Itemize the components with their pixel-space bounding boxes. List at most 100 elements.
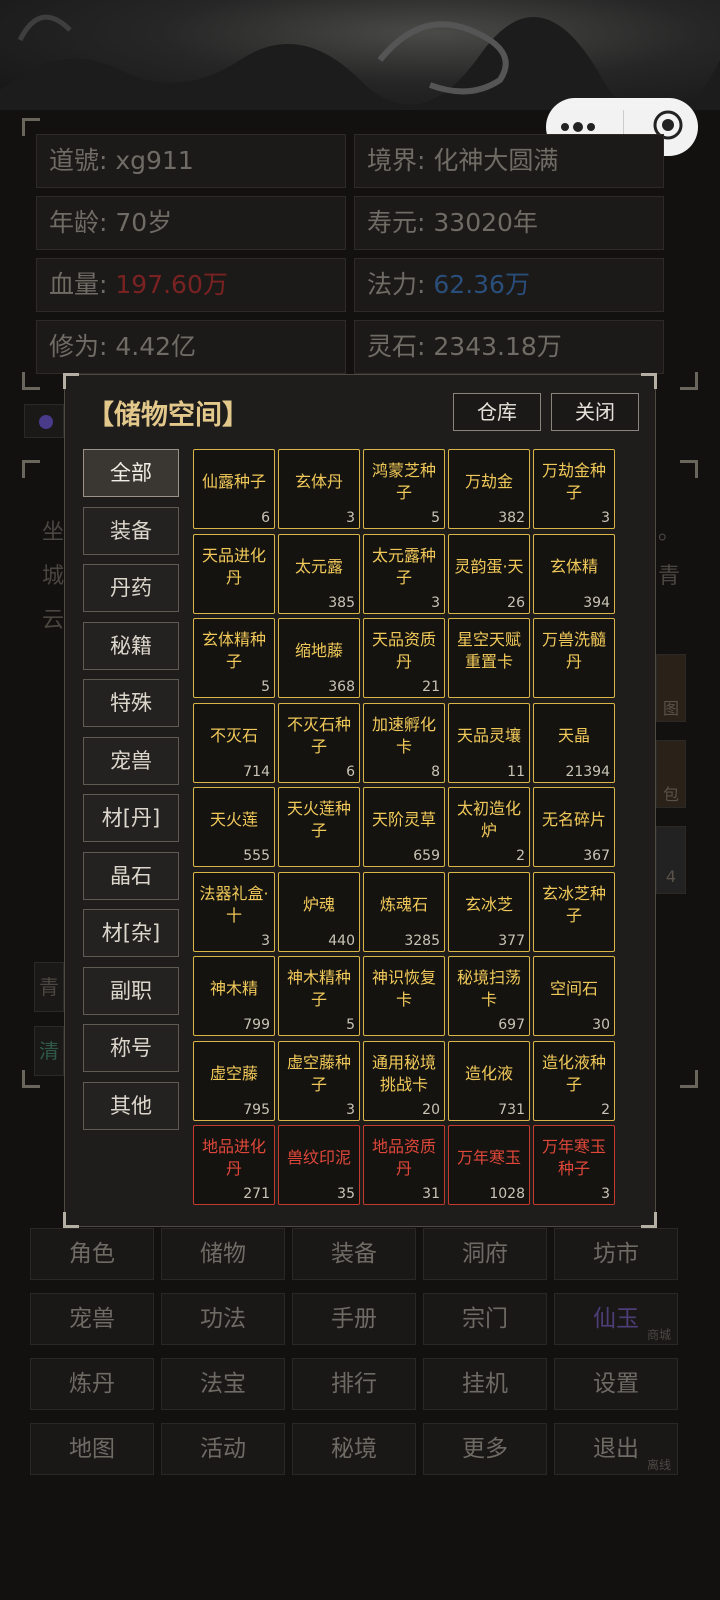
inventory-item[interactable]: 万劫金 382 <box>448 449 530 529</box>
inventory-item[interactable]: 造化液种子 2 <box>533 1040 615 1121</box>
inventory-item[interactable]: 天品进化丹 <box>193 533 275 614</box>
inventory-item[interactable]: 虚空藤种子 3 <box>278 1040 360 1121</box>
item-count: 31 <box>422 1186 440 1202</box>
inventory-item[interactable]: 兽纹印泥 35 <box>278 1125 360 1205</box>
menu-button[interactable]: 洞府 <box>423 1228 547 1280</box>
item-name: 虚空藤 <box>209 1063 258 1083</box>
menu-button[interactable]: 排行 <box>292 1358 416 1410</box>
inventory-item[interactable]: 星空天赋重置卡 <box>448 618 530 698</box>
menu-button[interactable]: 活动 <box>161 1423 285 1475</box>
inventory-item[interactable]: 万年寒玉 1028 <box>448 1125 530 1205</box>
category-tab[interactable]: 全部 <box>83 449 179 497</box>
inventory-item[interactable]: 天品资质丹 21 <box>363 618 445 698</box>
inventory-item[interactable]: 仙露种子 6 <box>193 449 275 529</box>
inventory-item[interactable]: 加速孵化卡 8 <box>363 702 445 783</box>
item-name: 神识恢复卡 <box>371 968 436 1009</box>
menu-button[interactable]: 手册 <box>292 1293 416 1345</box>
inventory-item[interactable]: 太元露种子 3 <box>363 533 445 614</box>
cultivation-cell: 修为: 4.42亿 <box>36 320 346 374</box>
inventory-item[interactable]: 炼魂石 3285 <box>363 871 445 952</box>
inventory-item[interactable]: 天品灵壤 11 <box>448 702 530 783</box>
category-tab[interactable]: 晶石 <box>83 851 179 900</box>
category-tab[interactable]: 副职 <box>83 966 179 1015</box>
menu-button[interactable]: 法宝 <box>161 1358 285 1410</box>
inventory-item[interactable]: 太元露 385 <box>278 533 360 614</box>
item-count: 731 <box>498 1101 525 1118</box>
menu-button[interactable]: 挂机 <box>423 1358 547 1410</box>
menu-button[interactable]: 装备 <box>292 1228 416 1280</box>
inventory-item[interactable]: 万年寒玉种子 3 <box>533 1125 615 1205</box>
menu-button[interactable]: 仙玉 商城 <box>554 1293 678 1345</box>
inventory-item[interactable]: 天晶 21394 <box>533 702 615 783</box>
menu-button[interactable]: 地图 <box>30 1423 154 1475</box>
inventory-item[interactable]: 天火莲 555 <box>193 787 275 867</box>
inventory-item[interactable]: 玄冰芝 377 <box>448 871 530 952</box>
menu-button[interactable]: 设置 <box>554 1358 678 1410</box>
category-tab[interactable]: 秘籍 <box>83 621 179 670</box>
inventory-item[interactable]: 空间石 30 <box>533 956 615 1036</box>
menu-label: 秘境 <box>331 1436 377 1462</box>
inventory-item[interactable]: 鸿蒙芝种子 5 <box>363 449 445 529</box>
menu-label: 挂机 <box>462 1371 508 1397</box>
inventory-item[interactable]: 玄冰芝种子 <box>533 871 615 952</box>
item-count: 3 <box>261 932 270 949</box>
menu-button[interactable]: 角色 <box>30 1228 154 1280</box>
inventory-item[interactable]: 无名碎片 367 <box>533 787 615 867</box>
item-count: 21 <box>422 679 440 695</box>
menu-button[interactable]: 炼丹 <box>30 1358 154 1410</box>
category-tab[interactable]: 丹药 <box>83 564 179 612</box>
category-tab[interactable]: 特殊 <box>83 679 179 727</box>
mp-cell: 法力: 62.36万 <box>354 258 664 312</box>
close-button[interactable]: 关闭 <box>551 393 639 431</box>
item-name: 炼魂石 <box>379 894 428 914</box>
item-count: 1028 <box>489 1186 525 1202</box>
inventory-item[interactable]: 法器礼盒·十 3 <box>193 871 275 952</box>
inventory-item[interactable]: 玄体精 394 <box>533 533 615 614</box>
inventory-item[interactable]: 地品资质丹 31 <box>363 1125 445 1205</box>
inventory-item[interactable]: 神木精种子 5 <box>278 956 360 1036</box>
inventory-item[interactable]: 虚空藤 795 <box>193 1040 275 1121</box>
category-tab[interactable]: 材[杂] <box>83 909 179 957</box>
inventory-item[interactable]: 造化液 731 <box>448 1040 530 1121</box>
inventory-item[interactable]: 天阶灵草 659 <box>363 787 445 867</box>
inventory-item[interactable]: 玄体丹 3 <box>278 449 360 529</box>
menu-button[interactable]: 更多 <box>423 1423 547 1475</box>
inventory-item[interactable]: 缩地藤 368 <box>278 618 360 698</box>
menu-button[interactable]: 坊市 <box>554 1228 678 1280</box>
menu-button[interactable]: 功法 <box>161 1293 285 1345</box>
inventory-item[interactable]: 万兽洗髓丹 <box>533 618 615 698</box>
inventory-item[interactable]: 玄体精种子 5 <box>193 618 275 698</box>
inventory-item[interactable]: 通用秘境挑战卡 20 <box>363 1040 445 1121</box>
panel-corner <box>680 1070 698 1088</box>
item-count: 795 <box>243 1101 270 1118</box>
item-name: 鸿蒙芝种子 <box>371 461 436 502</box>
item-name: 天火莲 <box>209 810 258 829</box>
inventory-item[interactable]: 神木精 799 <box>193 956 275 1036</box>
category-tab[interactable]: 称号 <box>83 1024 179 1072</box>
more-dots-icon[interactable] <box>560 122 596 132</box>
category-tab[interactable]: 宠兽 <box>83 736 179 785</box>
menu-button[interactable]: 储物 <box>161 1228 285 1280</box>
inventory-item[interactable]: 万劫金种子 3 <box>533 449 615 529</box>
inventory-item[interactable]: 不灭石 714 <box>193 702 275 783</box>
menu-button[interactable]: 秘境 <box>292 1423 416 1475</box>
inventory-item[interactable]: 太初造化炉 2 <box>448 787 530 867</box>
inventory-item[interactable]: 秘境扫荡卡 697 <box>448 956 530 1036</box>
inventory-item[interactable]: 不灭石种子 6 <box>278 702 360 783</box>
category-tab[interactable]: 装备 <box>83 506 179 555</box>
menu-button[interactable]: 宠兽 <box>30 1293 154 1345</box>
menu-button[interactable]: 退出 离线 <box>554 1423 678 1475</box>
item-count: 3 <box>346 1101 355 1118</box>
inventory-item[interactable]: 神识恢复卡 <box>363 956 445 1036</box>
inventory-item[interactable]: 灵韵蛋·天 26 <box>448 533 530 614</box>
inventory-item[interactable]: 地品进化丹 271 <box>193 1125 275 1205</box>
warehouse-button[interactable]: 仓库 <box>453 393 541 431</box>
inventory-item[interactable]: 炉魂 440 <box>278 871 360 952</box>
item-count: 2 <box>516 848 525 864</box>
inventory-item[interactable]: 天火莲种子 <box>278 787 360 867</box>
item-grid[interactable]: 仙露种子 6 玄体丹 3 鸿蒙芝种子 5 万劫金 382 万劫金种子 3 天品进化丹 太元露 385 太元… <box>193 449 621 1205</box>
category-tab[interactable]: 材[丹] <box>83 794 179 842</box>
menu-button[interactable]: 宗门 <box>423 1293 547 1345</box>
category-tab[interactable]: 其他 <box>83 1081 179 1130</box>
menu-label: 更多 <box>462 1436 508 1462</box>
